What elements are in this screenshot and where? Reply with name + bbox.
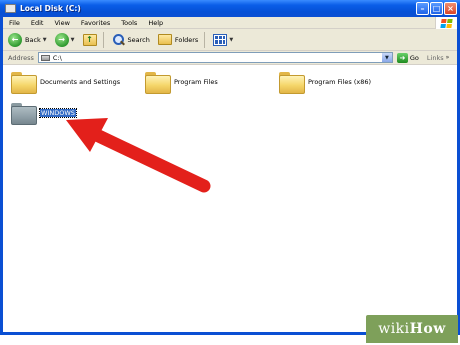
watermark-text: wikiHow bbox=[378, 321, 446, 337]
go-label: Go bbox=[409, 53, 419, 62]
folder-icon bbox=[279, 72, 305, 94]
chevron-down-icon[interactable]: ▼ bbox=[43, 37, 47, 43]
minimize-icon: – bbox=[420, 3, 425, 13]
explorer-window: Local Disk (C:) – □ × File Edit View Fav… bbox=[0, 0, 460, 335]
chevron-right-icon[interactable]: » bbox=[446, 54, 450, 61]
search-button[interactable]: Search bbox=[109, 31, 153, 49]
address-value: C:\ bbox=[52, 53, 62, 62]
drive-icon bbox=[40, 54, 50, 61]
folder-name: Documents and Settings bbox=[40, 78, 121, 86]
toolbar-separator bbox=[102, 31, 104, 48]
back-label: Back bbox=[25, 35, 41, 44]
up-button[interactable]: ↑ bbox=[80, 31, 100, 49]
window-controls: – □ × bbox=[416, 2, 457, 15]
address-label: Address bbox=[8, 53, 34, 62]
search-icon bbox=[112, 33, 125, 46]
folder-icon bbox=[11, 103, 37, 125]
views-button[interactable]: ▼ bbox=[210, 31, 236, 49]
go-button[interactable]: ➜ Go bbox=[396, 52, 419, 63]
folder-icon bbox=[11, 72, 37, 94]
forward-button[interactable]: → ▼ bbox=[52, 31, 78, 49]
folders-button[interactable]: Folders bbox=[155, 31, 201, 49]
menu-tools[interactable]: Tools bbox=[121, 19, 137, 27]
folder-name-selected: WINDOWS bbox=[39, 108, 77, 118]
go-arrow-icon: ➜ bbox=[396, 52, 408, 63]
menu-file[interactable]: File bbox=[9, 19, 20, 27]
address-bar: Address C:\ ▼ ➜ Go Links » bbox=[3, 51, 457, 65]
menu-bar: File Edit View Favorites Tools Help bbox=[3, 17, 457, 29]
toolbar-separator bbox=[204, 31, 206, 48]
back-button[interactable]: ← Back ▼ bbox=[5, 31, 50, 49]
folder-item-windows[interactable]: WINDOWS bbox=[11, 103, 77, 125]
title-bar[interactable]: Local Disk (C:) – □ × bbox=[0, 0, 460, 17]
folder-item-program-files[interactable]: Program Files bbox=[145, 72, 218, 94]
folder-icon bbox=[145, 72, 171, 94]
maximize-button[interactable]: □ bbox=[430, 2, 443, 15]
windows-flag-icon bbox=[440, 18, 453, 28]
menu-help[interactable]: Help bbox=[148, 19, 163, 27]
close-button[interactable]: × bbox=[444, 2, 457, 15]
chevron-down-icon[interactable]: ▼ bbox=[229, 37, 233, 43]
forward-arrow-icon: → bbox=[54, 32, 69, 47]
maximize-icon: □ bbox=[432, 3, 441, 13]
search-label: Search bbox=[127, 35, 150, 44]
wikihow-watermark: wikiHow bbox=[366, 315, 458, 343]
folder-name: Program Files (x86) bbox=[308, 78, 372, 86]
menu-favorites[interactable]: Favorites bbox=[81, 19, 110, 27]
drive-icon bbox=[5, 4, 16, 13]
chevron-down-icon[interactable]: ▼ bbox=[71, 37, 75, 43]
file-list[interactable]: Documents and Settings Program Files Pro… bbox=[3, 65, 457, 332]
menu-edit[interactable]: Edit bbox=[31, 19, 44, 27]
watermark-light: wiki bbox=[378, 321, 410, 337]
folder-item-documents-and-settings[interactable]: Documents and Settings bbox=[11, 72, 121, 94]
minimize-button[interactable]: – bbox=[416, 2, 429, 15]
windows-logo bbox=[435, 17, 457, 29]
folders-icon bbox=[157, 34, 172, 45]
toolbar: ← Back ▼ → ▼ ↑ Search Folders ▼ bbox=[3, 29, 457, 51]
back-arrow-icon: ← bbox=[8, 32, 22, 47]
window-title: Local Disk (C:) bbox=[20, 4, 81, 13]
close-icon: × bbox=[447, 3, 454, 13]
chevron-down-icon[interactable]: ▼ bbox=[381, 53, 392, 62]
watermark-bold: How bbox=[409, 321, 446, 337]
folder-name: Program Files bbox=[174, 78, 218, 86]
menu-view[interactable]: View bbox=[54, 19, 69, 27]
views-grid-icon bbox=[213, 33, 228, 46]
folder-item-program-files-x86[interactable]: Program Files (x86) bbox=[279, 72, 372, 94]
address-input[interactable]: C:\ ▼ bbox=[37, 52, 393, 63]
folder-up-icon: ↑ bbox=[82, 33, 97, 46]
links-label[interactable]: Links bbox=[427, 54, 444, 62]
folders-label: Folders bbox=[174, 35, 199, 44]
